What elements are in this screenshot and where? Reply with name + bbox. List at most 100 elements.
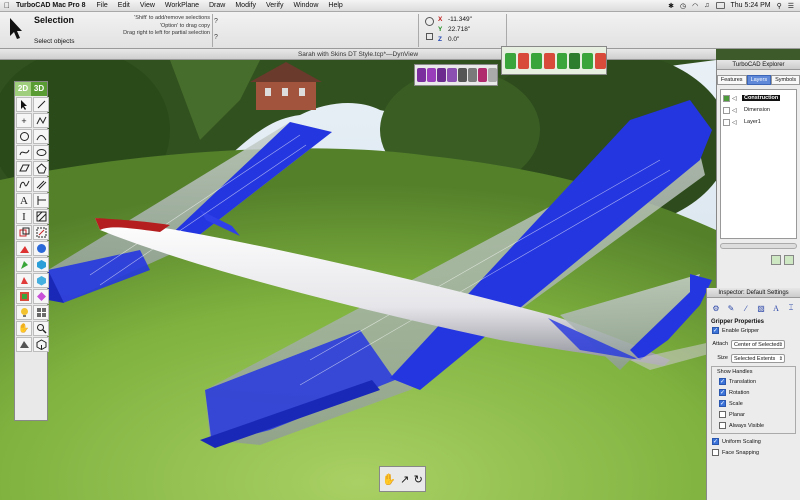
menu-verify[interactable]: Verify — [261, 2, 289, 9]
arc-tool[interactable] — [33, 129, 49, 144]
layer-row[interactable]: ◁ Dimension — [721, 104, 796, 116]
list-icon[interactable]: ☰ — [788, 2, 794, 10]
render-mode-icon[interactable] — [417, 68, 427, 82]
extrude-tool[interactable] — [16, 257, 32, 272]
select-arrow-tool[interactable] — [16, 97, 32, 112]
polyline-tool[interactable] — [33, 113, 49, 128]
coord-mode-icon[interactable] — [425, 17, 434, 26]
menu-draw[interactable]: Draw — [204, 2, 230, 9]
tab-layers[interactable]: Layers — [746, 75, 772, 85]
text-tool[interactable]: A — [16, 193, 32, 208]
hand-icon[interactable]: ✋ — [382, 473, 396, 486]
size-select[interactable]: Selected Extents — [731, 353, 785, 363]
layer-row[interactable]: ◁ Construction — [721, 92, 796, 104]
orbit-icon[interactable]: ↻ — [414, 473, 423, 486]
light-tool[interactable] — [16, 305, 32, 320]
menu-view[interactable]: View — [135, 2, 160, 9]
attach-select[interactable]: Center of Selected — [731, 339, 785, 349]
select-icon[interactable]: ↗ — [400, 473, 409, 486]
enable-gripper-row[interactable]: ✓ Enable Gripper — [707, 325, 800, 336]
uniform-scaling-checkbox[interactable]: ✓ — [712, 438, 719, 445]
x-value-field[interactable]: -11.349" — [448, 16, 472, 23]
gripper-icon[interactable]: ⚙ — [710, 301, 722, 315]
cube-view-tool[interactable] — [33, 337, 49, 352]
help-icon[interactable]: ? — [214, 34, 218, 41]
handle-translation-row[interactable]: ✓ Translation — [714, 376, 795, 387]
apple-icon[interactable]:  — [0, 1, 14, 10]
handle-rotation-row[interactable]: ✓ Rotation — [714, 387, 795, 398]
zoom-tool[interactable] — [33, 321, 49, 336]
polygon-tool[interactable] — [33, 161, 49, 176]
face-snapping-checkbox[interactable] — [712, 449, 719, 456]
brush-icon[interactable]: ∕ — [740, 301, 752, 315]
horizontal-scrollbar[interactable] — [720, 243, 797, 249]
face-snapping-row[interactable]: Face Snapping — [707, 447, 800, 458]
tab-features[interactable]: Features — [716, 75, 747, 85]
ellipse-tool[interactable] — [33, 145, 49, 160]
planar-checkbox[interactable] — [719, 411, 726, 418]
snap-icon[interactable] — [556, 52, 568, 69]
text-style-icon[interactable]: A — [770, 301, 782, 315]
snap-icon[interactable] — [569, 52, 581, 69]
hatch-tool[interactable] — [33, 209, 49, 224]
person-icon[interactable] — [595, 52, 606, 69]
search-icon[interactable]: ⚲ — [777, 2, 782, 10]
layer-options-icon[interactable] — [784, 255, 794, 265]
revolve-tool[interactable] — [16, 273, 32, 288]
menu-workplane[interactable]: WorkPlane — [160, 2, 204, 9]
z-value-field[interactable]: 0.0" — [448, 36, 459, 43]
paint-tool[interactable] — [33, 241, 49, 256]
solid-tool[interactable] — [33, 273, 49, 288]
battery-icon[interactable] — [715, 2, 725, 9]
wifi-icon[interactable]: ◠ — [692, 2, 698, 10]
document-title-bar[interactable]: Sarah with Skins DT Style.tcp*—DynView — [0, 49, 716, 60]
add-layer-icon[interactable] — [771, 255, 781, 265]
camera-tool[interactable] — [16, 337, 32, 352]
curve-tool[interactable] — [16, 145, 32, 160]
layer-visible-checkbox[interactable] — [723, 118, 730, 126]
render-mode-icon[interactable] — [447, 68, 457, 82]
mode-3d-button[interactable]: 3D — [31, 82, 47, 96]
point-tool[interactable]: + — [16, 113, 32, 128]
dimension-tool[interactable] — [33, 193, 49, 208]
mesh-tool[interactable] — [33, 289, 49, 304]
menu-modify[interactable]: Modify — [230, 2, 261, 9]
freehand-tool[interactable] — [16, 177, 32, 192]
uniform-scaling-row[interactable]: ✓ Uniform Scaling — [707, 436, 800, 447]
double-line-tool[interactable] — [33, 177, 49, 192]
snap-icon[interactable] — [543, 52, 555, 69]
settings-icon[interactable] — [487, 68, 497, 82]
layer-visible-checkbox[interactable] — [723, 106, 730, 114]
menu-window[interactable]: Window — [288, 2, 323, 9]
coord-relative-icon[interactable] — [426, 33, 433, 40]
insert-tool[interactable] — [33, 225, 49, 240]
menu-clock[interactable]: Thu 5:24 PM — [731, 2, 771, 9]
always-visible-checkbox[interactable] — [719, 422, 726, 429]
pan-tool[interactable]: ✋ — [16, 321, 32, 336]
view-mode-icon[interactable] — [457, 68, 467, 82]
enable-gripper-checkbox[interactable]: ✓ — [712, 327, 719, 334]
y-value-field[interactable]: 22.718" — [448, 26, 470, 33]
handle-scale-row[interactable]: ✓ Scale — [714, 398, 795, 409]
person-icon[interactable] — [582, 52, 594, 69]
snap-icon[interactable] — [530, 52, 542, 69]
menu-file[interactable]: File — [92, 2, 113, 9]
menu-edit[interactable]: Edit — [113, 2, 135, 9]
clock-icon[interactable]: ◷ — [680, 2, 686, 10]
circle-tool[interactable] — [16, 129, 32, 144]
tab-symbols[interactable]: Symbols — [771, 75, 800, 85]
snap-icon[interactable] — [517, 52, 529, 69]
translation-checkbox[interactable]: ✓ — [719, 378, 726, 385]
view-mode-icon[interactable] — [467, 68, 477, 82]
layer-row[interactable]: ◁ Layer1 — [721, 116, 796, 128]
volume-icon[interactable]: ♫ — [704, 2, 709, 9]
box-tool[interactable] — [33, 257, 49, 272]
menu-app-name[interactable]: TurboCAD Mac Pro 8 — [14, 2, 92, 9]
3d-viewport[interactable] — [0, 60, 716, 500]
rotation-checkbox[interactable]: ✓ — [719, 389, 726, 396]
render-tool[interactable] — [33, 305, 49, 320]
sweep-tool[interactable] — [16, 289, 32, 304]
handle-always-visible-row[interactable]: Always Visible — [714, 420, 795, 431]
mode-2d-button[interactable]: 2D — [15, 82, 31, 96]
bluetooth-icon[interactable]: ✱ — [668, 2, 674, 10]
